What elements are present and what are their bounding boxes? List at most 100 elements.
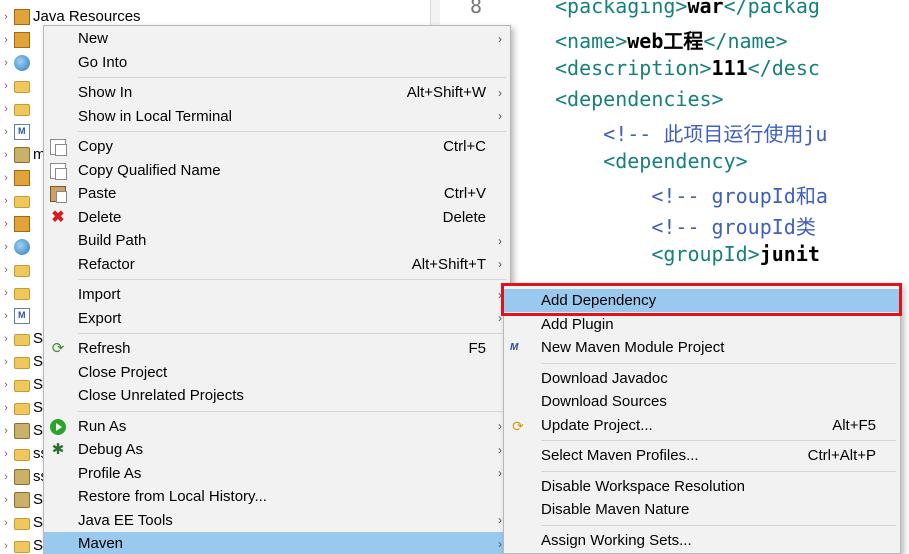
menu-item-disable-workspace-resolution[interactable]: Disable Workspace Resolution	[504, 475, 900, 498]
xml-tag: </packag	[723, 0, 820, 18]
java-resources-icon	[14, 8, 30, 25]
code-line[interactable]: <groupId>junit	[555, 242, 820, 266]
code-line[interactable]: <!-- groupId和a	[555, 180, 828, 209]
menu-item-assign-working-sets[interactable]: Assign Working Sets...	[504, 529, 900, 552]
explorer-tree-item[interactable]: ›	[0, 212, 33, 235]
folder-icon	[14, 195, 30, 208]
expand-chevron-icon[interactable]: ›	[0, 287, 12, 299]
code-line[interactable]: <packaging>war</packag	[555, 0, 820, 18]
folder-icon	[14, 333, 30, 346]
menu-item-delete[interactable]: ✖ Delete Delete	[44, 206, 510, 229]
expand-chevron-icon[interactable]: ›	[0, 103, 12, 115]
explorer-tree-item[interactable]: ›	[0, 51, 33, 74]
menu-item-refresh[interactable]: ⟳ Refresh F5	[44, 337, 510, 360]
menu-item-label: Delete	[78, 208, 122, 226]
explorer-tree-item[interactable]: ›	[0, 120, 33, 143]
expand-chevron-icon[interactable]: ›	[0, 126, 12, 138]
explorer-tree-item[interactable]: ›	[0, 166, 33, 189]
code-line[interactable]: <dependency>	[555, 149, 748, 173]
expand-chevron-icon[interactable]: ›	[0, 241, 12, 253]
explorer-tree-item[interactable]: ›	[0, 74, 33, 97]
menu-item-maven[interactable]: Maven ›	[44, 532, 510, 554]
expand-chevron-icon[interactable]: ›	[0, 34, 12, 46]
menu-item-update-project[interactable]: ⟳ Update Project... Alt+F5	[504, 414, 900, 437]
expand-chevron-icon[interactable]: ›	[0, 448, 12, 460]
expand-chevron-icon[interactable]: ›	[0, 356, 12, 368]
expand-chevron-icon[interactable]: ›	[0, 425, 12, 437]
menu-item-label: Add Dependency	[541, 292, 657, 309]
expand-chevron-icon[interactable]: ›	[0, 172, 12, 184]
menu-item-label: Import	[78, 286, 121, 303]
expand-chevron-icon[interactable]: ›	[0, 57, 12, 69]
menu-item-select-maven-profiles[interactable]: Select Maven Profiles... Ctrl+Alt+P	[504, 444, 900, 467]
explorer-tree-item[interactable]: ›	[0, 304, 33, 327]
menu-item-add-plugin[interactable]: Add Plugin	[504, 313, 900, 336]
menu-item-new-maven-module-project[interactable]: M New Maven Module Project	[504, 336, 900, 359]
explorer-tree-item[interactable]: ›	[0, 281, 33, 304]
menu-item-profile-as[interactable]: Profile As ›	[44, 462, 510, 485]
expand-chevron-icon[interactable]: ›	[0, 310, 12, 322]
submenu-arrow-icon: ›	[498, 109, 502, 123]
menu-separator	[78, 131, 506, 132]
explorer-tree-item[interactable]: ›	[0, 235, 33, 258]
menu-item-refactor[interactable]: Refactor Alt+Shift+T ›	[44, 253, 510, 276]
menu-separator	[541, 524, 896, 526]
menu-item-java-ee-tools[interactable]: Java EE Tools ›	[44, 509, 510, 532]
explorer-tree-item[interactable]: ›	[0, 189, 33, 212]
expand-chevron-icon[interactable]: ›	[0, 218, 12, 230]
project-icon	[14, 422, 30, 439]
expand-chevron-icon[interactable]: ›	[0, 517, 12, 529]
folder-icon	[14, 287, 30, 300]
code-line[interactable]: <!-- 此项目运行使用ju	[555, 118, 827, 147]
code-line[interactable]: <dependencies>	[555, 87, 724, 111]
xml-text: war	[687, 0, 724, 18]
menu-item-shortcut: Ctrl+V	[443, 185, 486, 202]
maven-submenu: Add Dependency Add Plugin M New Maven Modul…	[503, 283, 901, 554]
pom-xml-icon	[14, 307, 30, 324]
menu-item-shortcut: Alt+F5	[832, 416, 876, 434]
menu-item-debug-as[interactable]: ✱ Debug As ›	[44, 438, 510, 461]
menu-separator	[78, 77, 506, 78]
expand-chevron-icon[interactable]: ›	[0, 402, 12, 414]
expand-chevron-icon[interactable]: ›	[0, 471, 12, 483]
menu-item-close-project[interactable]: Close Project	[44, 361, 510, 384]
menu-item-show-in[interactable]: Show In Alt+Shift+W ›	[44, 81, 510, 104]
menu-item-download-sources[interactable]: Download Sources	[504, 390, 900, 413]
expand-chevron-icon[interactable]: ›	[0, 11, 12, 23]
code-line[interactable]: <name>web工程</name>	[555, 25, 788, 54]
maven-module-icon: M	[510, 342, 519, 353]
menu-item-paste[interactable]: Paste Ctrl+V	[44, 182, 510, 205]
menu-item-label: Show in Local Terminal	[78, 107, 232, 125]
menu-item-restore-from-local-history[interactable]: Restore from Local History...	[44, 485, 510, 508]
submenu-arrow-icon: ›	[498, 31, 502, 46]
expand-chevron-icon[interactable]: ›	[0, 80, 12, 92]
menu-item-go-into[interactable]: Go Into	[44, 51, 510, 74]
expand-chevron-icon[interactable]: ›	[0, 379, 12, 391]
code-line[interactable]: <!-- groupId类	[555, 211, 816, 240]
project-icon	[14, 468, 30, 485]
explorer-tree-item[interactable]: ›	[0, 28, 33, 51]
menu-item-label: Update Project...	[541, 416, 653, 434]
expand-chevron-icon[interactable]: ›	[0, 264, 12, 276]
expand-chevron-icon[interactable]: ›	[0, 195, 12, 207]
menu-item-disable-maven-nature[interactable]: Disable Maven Nature	[504, 498, 900, 521]
menu-item-run-as[interactable]: Run As ›	[44, 415, 510, 438]
explorer-tree-item[interactable]: ›	[0, 258, 33, 281]
code-line[interactable]: <description>111</desc	[555, 56, 820, 80]
expand-chevron-icon[interactable]: ›	[0, 540, 12, 552]
expand-chevron-icon[interactable]: ›	[0, 333, 12, 345]
maven-project-icon	[14, 146, 30, 163]
expand-chevron-icon[interactable]: ›	[0, 494, 12, 506]
menu-item-close-unrelated-projects[interactable]: Close Unrelated Projects	[44, 384, 510, 407]
menu-item-copy[interactable]: Copy Ctrl+C	[44, 135, 510, 158]
expand-chevron-icon[interactable]: ›	[0, 149, 12, 161]
menu-item-download-javadoc[interactable]: Download Javadoc	[504, 367, 900, 390]
menu-item-export[interactable]: Export ›	[44, 307, 510, 330]
menu-item-build-path[interactable]: Build Path ›	[44, 229, 510, 252]
menu-item-new[interactable]: New ›	[44, 27, 510, 50]
menu-item-show-in-local-terminal[interactable]: Show in Local Terminal ›	[44, 105, 510, 128]
menu-item-copy-qualified-name[interactable]: Copy Qualified Name	[44, 159, 510, 182]
explorer-tree-item[interactable]: ›	[0, 97, 33, 120]
menu-item-import[interactable]: Import ›	[44, 283, 510, 306]
menu-item-add-dependency[interactable]: Add Dependency	[504, 289, 900, 312]
